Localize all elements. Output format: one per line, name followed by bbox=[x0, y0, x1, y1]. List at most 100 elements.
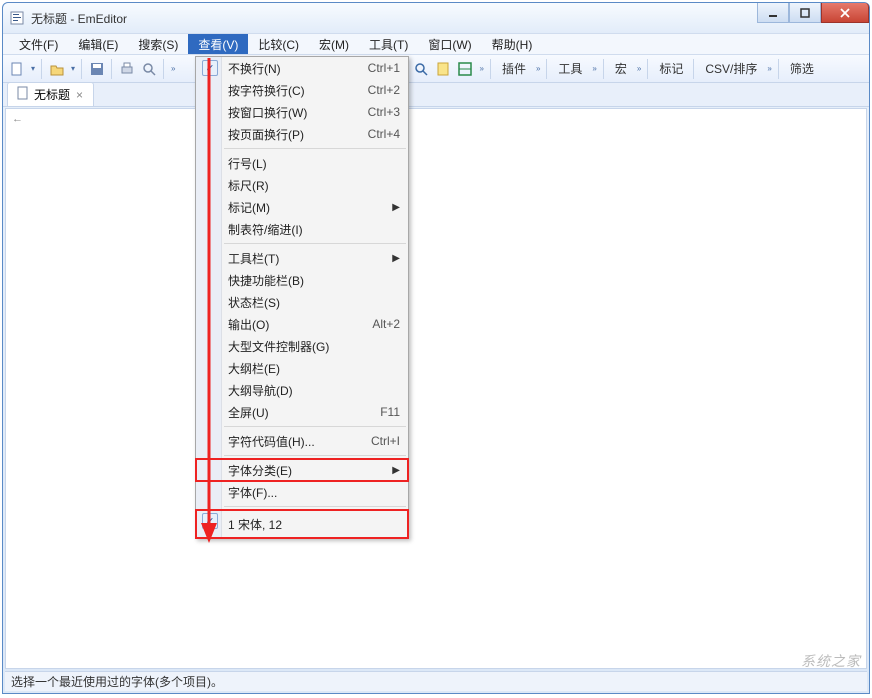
toolbar-group-tools[interactable]: 工具 bbox=[552, 60, 588, 77]
menu-separator bbox=[224, 506, 406, 507]
menu-marks[interactable]: 标记(M)▶ bbox=[196, 196, 408, 218]
toolbar-overflow-icon[interactable]: » bbox=[765, 64, 773, 73]
toolbar: ▾ ▾ » » 插件 » 工具 » 宏 » 标记 CSV/排序 » 筛选 bbox=[3, 55, 869, 83]
menu-line-number[interactable]: 行号(L) bbox=[196, 152, 408, 174]
status-bar: 选择一个最近使用过的字体(多个项目)。 bbox=[5, 671, 867, 691]
toolbar-group-plugins[interactable]: 插件 bbox=[496, 60, 532, 77]
tab-label: 无标题 bbox=[34, 86, 70, 103]
menu-label: 窗口(W) bbox=[428, 36, 471, 53]
app-window: 无标题 - EmEditor 文件(F) 编辑(E) 搜索(S) 查看(V) 比… bbox=[2, 2, 870, 694]
menu-nowrap[interactable]: ✓ 不换行(N) Ctrl+1 bbox=[196, 57, 408, 79]
open-file-button[interactable] bbox=[47, 59, 67, 79]
menu-edit[interactable]: 编辑(E) bbox=[68, 34, 128, 54]
marker-button[interactable] bbox=[433, 59, 453, 79]
separator bbox=[647, 59, 649, 79]
menu-item-label: 按窗口换行(W) bbox=[228, 104, 368, 121]
menu-wrap-char[interactable]: 按字符换行(C) Ctrl+2 bbox=[196, 79, 408, 101]
menu-file[interactable]: 文件(F) bbox=[9, 34, 68, 54]
menu-item-label: 全屏(U) bbox=[228, 404, 380, 421]
menu-font[interactable]: 字体(F)... bbox=[196, 481, 408, 503]
window-buttons bbox=[757, 3, 869, 23]
menu-macro[interactable]: 宏(M) bbox=[309, 34, 359, 54]
view-menu-dropdown: ✓ 不换行(N) Ctrl+1 按字符换行(C) Ctrl+2 按窗口换行(W)… bbox=[195, 56, 409, 539]
check-icon: ✓ bbox=[202, 60, 218, 76]
close-button[interactable] bbox=[821, 3, 869, 23]
print-preview-button[interactable] bbox=[139, 59, 159, 79]
menu-item-label: 不换行(N) bbox=[228, 60, 368, 77]
menu-wrap-page[interactable]: 按页面换行(P) Ctrl+4 bbox=[196, 123, 408, 145]
menu-compare[interactable]: 比较(C) bbox=[248, 34, 309, 54]
panel-button[interactable] bbox=[455, 59, 475, 79]
menu-item-label: 字符代码值(H)... bbox=[228, 433, 371, 450]
separator bbox=[778, 59, 780, 79]
toolbar-overflow-icon[interactable]: » bbox=[635, 64, 643, 73]
menu-label: 帮助(H) bbox=[492, 36, 533, 53]
check-icon: ✓ bbox=[202, 513, 218, 529]
separator bbox=[41, 59, 43, 79]
menu-recent-font-1[interactable]: ✓ 1 宋体, 12 bbox=[196, 510, 408, 538]
toolbar-overflow-icon[interactable]: » bbox=[477, 64, 485, 73]
new-file-button[interactable] bbox=[7, 59, 27, 79]
menu-font-category[interactable]: 字体分类(E)▶ bbox=[196, 459, 408, 481]
menu-label: 文件(F) bbox=[19, 36, 58, 53]
toolbar-group-macro[interactable]: 宏 bbox=[609, 60, 633, 77]
save-button[interactable] bbox=[87, 59, 107, 79]
menu-item-label: 字体分类(E) bbox=[228, 462, 392, 479]
menu-tools[interactable]: 工具(T) bbox=[359, 34, 418, 54]
menu-function-bar[interactable]: 快捷功能栏(B) bbox=[196, 269, 408, 291]
document-tab[interactable]: 无标题 × bbox=[7, 82, 94, 106]
menu-wrap-window[interactable]: 按窗口换行(W) Ctrl+3 bbox=[196, 101, 408, 123]
menu-item-label: 大纲栏(E) bbox=[228, 360, 400, 377]
menu-shortcut: Ctrl+3 bbox=[368, 105, 400, 119]
print-button[interactable] bbox=[117, 59, 137, 79]
menu-ruler[interactable]: 标尺(R) bbox=[196, 174, 408, 196]
menu-item-label: 标记(M) bbox=[228, 199, 392, 216]
minimize-button[interactable] bbox=[757, 3, 789, 23]
menu-outline-guide[interactable]: 大纲导航(D) bbox=[196, 379, 408, 401]
menu-outline-bar[interactable]: 大纲栏(E) bbox=[196, 357, 408, 379]
toolbar-overflow-icon[interactable]: » bbox=[534, 64, 542, 73]
menu-status-bar[interactable]: 状态栏(S) bbox=[196, 291, 408, 313]
toolbar-overflow-icon[interactable]: » bbox=[169, 64, 177, 73]
menu-label: 工具(T) bbox=[369, 36, 408, 53]
menu-shortcut: Ctrl+4 bbox=[368, 127, 400, 141]
menu-item-label: 行号(L) bbox=[228, 155, 400, 172]
separator bbox=[490, 59, 492, 79]
menu-item-label: 状态栏(S) bbox=[228, 294, 400, 311]
new-dropdown-icon[interactable]: ▾ bbox=[29, 64, 37, 73]
menu-output[interactable]: 输出(O)Alt+2 bbox=[196, 313, 408, 335]
menu-label: 查看(V) bbox=[198, 36, 238, 53]
toolbar-group-filter[interactable]: 筛选 bbox=[784, 60, 820, 77]
open-dropdown-icon[interactable]: ▾ bbox=[69, 64, 77, 73]
toolbar-group-csv[interactable]: CSV/排序 bbox=[699, 60, 763, 77]
separator bbox=[81, 59, 83, 79]
menu-label: 编辑(E) bbox=[78, 36, 118, 53]
menu-view[interactable]: 查看(V) bbox=[188, 34, 248, 54]
watermark: 系统之家 bbox=[801, 651, 861, 671]
menu-item-label: 制表符/缩进(I) bbox=[228, 221, 400, 238]
menu-large-file[interactable]: 大型文件控制器(G) bbox=[196, 335, 408, 357]
menu-label: 宏(M) bbox=[319, 36, 349, 53]
document-icon bbox=[16, 86, 30, 103]
menu-item-label: 字体(F)... bbox=[228, 484, 400, 501]
menu-item-label: 大型文件控制器(G) bbox=[228, 338, 400, 355]
menu-search[interactable]: 搜索(S) bbox=[128, 34, 188, 54]
search-button[interactable] bbox=[411, 59, 431, 79]
menu-item-label: 按页面换行(P) bbox=[228, 126, 368, 143]
menu-fullscreen[interactable]: 全屏(U)F11 bbox=[196, 401, 408, 423]
titlebar: 无标题 - EmEditor bbox=[3, 3, 869, 33]
menu-separator bbox=[224, 426, 406, 427]
tab-close-button[interactable]: × bbox=[74, 88, 85, 102]
menu-shortcut: Alt+2 bbox=[372, 317, 400, 331]
editor-area[interactable]: ← bbox=[5, 108, 867, 669]
toolbar-group-marker[interactable]: 标记 bbox=[653, 60, 689, 77]
app-icon bbox=[9, 10, 25, 26]
maximize-button[interactable] bbox=[789, 3, 821, 23]
menu-help[interactable]: 帮助(H) bbox=[482, 34, 543, 54]
separator bbox=[546, 59, 548, 79]
menu-toolbars[interactable]: 工具栏(T)▶ bbox=[196, 247, 408, 269]
menu-char-code[interactable]: 字符代码值(H)...Ctrl+I bbox=[196, 430, 408, 452]
menu-tab-indent[interactable]: 制表符/缩进(I) bbox=[196, 218, 408, 240]
menu-window[interactable]: 窗口(W) bbox=[418, 34, 481, 54]
toolbar-overflow-icon[interactable]: » bbox=[590, 64, 598, 73]
